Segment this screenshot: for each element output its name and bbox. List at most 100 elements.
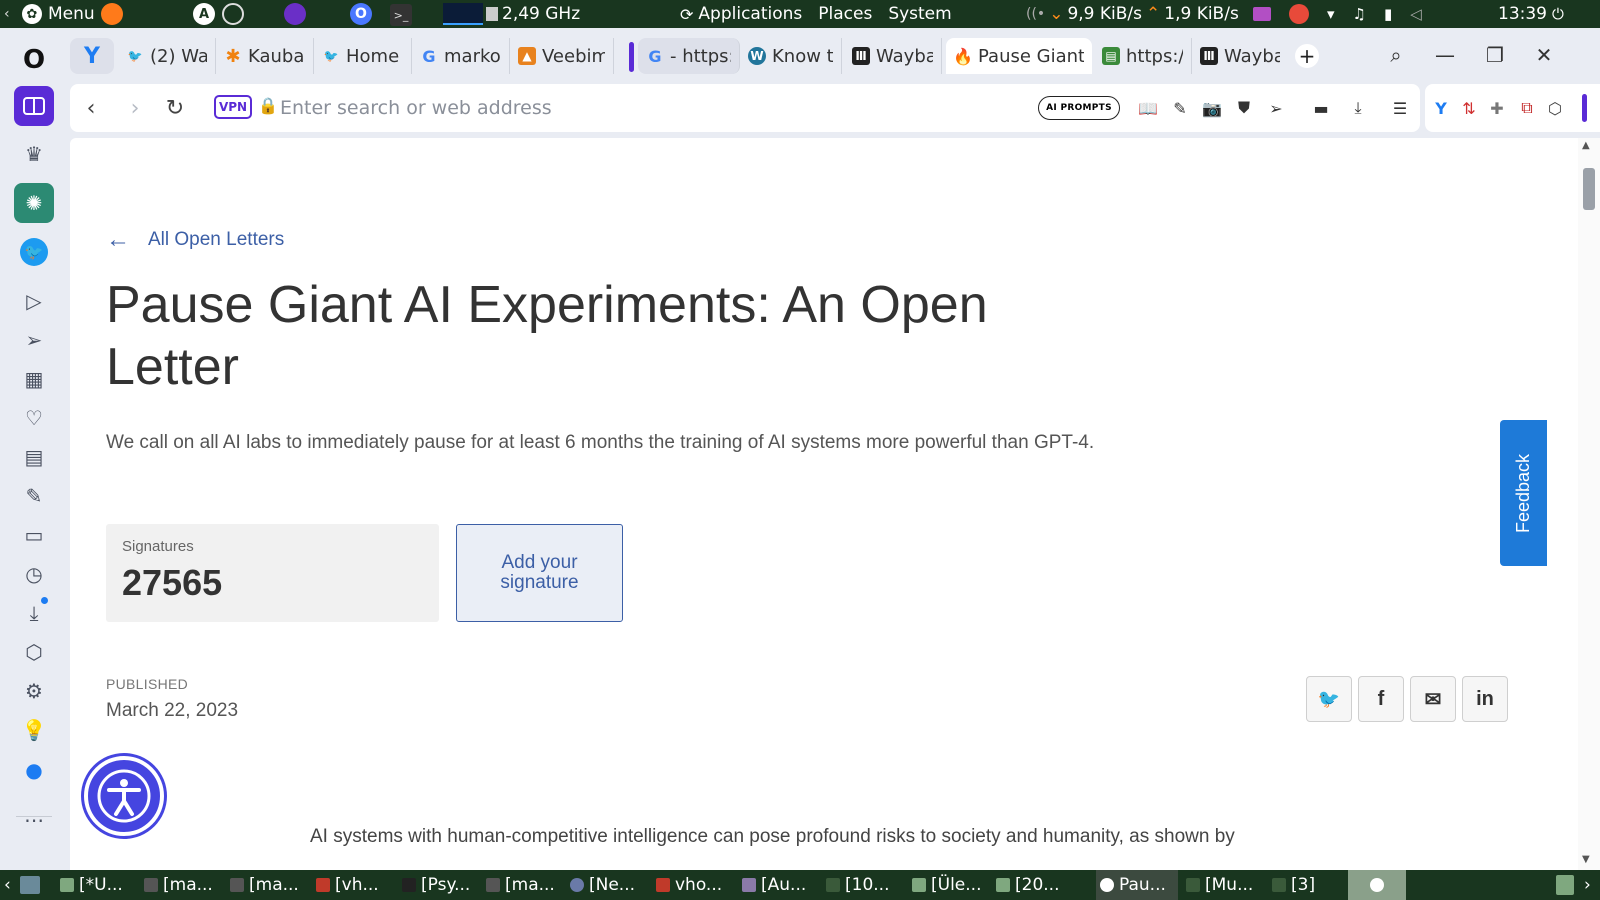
update-tray-icon[interactable] <box>1289 4 1309 24</box>
easy-setup-icon[interactable]: ☰ <box>1388 96 1412 120</box>
add-signature-button[interactable]: Add your signature <box>456 524 623 622</box>
system-menu[interactable]: System <box>888 4 951 24</box>
tab-search-icon[interactable]: ⌕ <box>1381 40 1411 70</box>
tabs-icon[interactable]: ▭ <box>14 515 54 555</box>
aria-crown-icon[interactable]: ♛ <box>14 134 54 174</box>
accessibility-button[interactable] <box>84 756 164 836</box>
main-menu-button[interactable]: ✿ Menu <box>22 0 95 28</box>
taskbar-item[interactable]: [ma... <box>144 870 224 900</box>
page-scrollbar[interactable]: ▲ ▼ <box>1578 138 1600 870</box>
power-icon[interactable]: ⏻ <box>1552 0 1564 28</box>
pinned-tab[interactable]: Y <box>70 38 114 74</box>
tab-https[interactable]: ▤ https:// <box>1094 38 1192 74</box>
terminal-launcher-icon[interactable]: >_ <box>390 4 412 26</box>
scroll-thumb[interactable] <box>1583 168 1595 210</box>
taskbar-item[interactable]: [3] <box>1272 870 1344 900</box>
audio-tray-icon[interactable] <box>1253 7 1271 21</box>
heart-icon[interactable]: ♡ <box>14 398 54 438</box>
chat-bubble-icon[interactable]: ● <box>14 750 54 790</box>
applications-menu[interactable]: ⟳ Applications <box>680 4 802 24</box>
edit-icon[interactable]: ✎ <box>1168 96 1192 120</box>
taskbar-right-arrow-icon[interactable]: › <box>1584 870 1591 900</box>
downloads-icon[interactable]: ⤓ <box>14 593 54 633</box>
taskbar-item[interactable]: [*U... <box>60 870 132 900</box>
taskbar-item[interactable]: [Mu... <box>1186 870 1266 900</box>
taskbar-item[interactable]: [Psy... <box>402 870 482 900</box>
more-options-icon[interactable]: ⋯ <box>14 800 54 840</box>
tab-twitter-home[interactable]: 🐦 Home / <box>314 38 412 74</box>
apps-grid-icon[interactable]: ▦ <box>14 359 54 399</box>
lock-icon[interactable]: 🔒 <box>258 96 278 115</box>
taskbar-item[interactable]: [vh... <box>316 870 396 900</box>
download-icon[interactable]: ⤓ <box>1346 96 1370 120</box>
tab-wayback-1[interactable]: Ⅲ Waybac <box>844 38 942 74</box>
panel-left-arrow-icon[interactable]: ‹ <box>4 0 10 28</box>
tab-group-indicator[interactable] <box>629 42 634 72</box>
send-icon[interactable]: ➢ <box>14 320 54 360</box>
scroll-up-icon[interactable]: ▲ <box>1582 140 1590 151</box>
workspace-switcher[interactable] <box>1348 870 1406 900</box>
reload-icon[interactable]: ↻ <box>160 93 190 123</box>
trash-icon[interactable] <box>1556 870 1574 900</box>
all-open-letters-link[interactable]: ← All Open Letters <box>106 226 284 254</box>
workspace-icon[interactable] <box>14 86 54 126</box>
taskbar-item[interactable]: [ma... <box>486 870 566 900</box>
tab-know-the[interactable]: W Know th <box>740 38 842 74</box>
taskbar-item[interactable]: vho... <box>656 870 736 900</box>
tab-pause-giant-active[interactable]: 🔥 Pause Giant A <box>946 38 1092 74</box>
lightbulb-icon[interactable]: 💡 <box>14 710 54 750</box>
taskbar-item-active[interactable]: Pau... <box>1096 870 1178 900</box>
tab-kauban[interactable]: ✱ Kauban <box>216 38 314 74</box>
close-icon[interactable]: ✕ <box>1529 40 1559 70</box>
history-clock-icon[interactable]: ◷ <box>14 554 54 594</box>
settings-gear-icon[interactable]: ⚙ <box>14 671 54 711</box>
opera-logo-icon[interactable]: O <box>14 40 54 80</box>
taskbar-item[interactable]: [Au... <box>742 870 822 900</box>
pen-icon[interactable]: ✎ <box>14 476 54 516</box>
scroll-down-icon[interactable]: ▼ <box>1582 854 1590 865</box>
tab-google-https[interactable]: G - https:/ <box>638 38 740 74</box>
volume-icon[interactable]: ◁ <box>1410 5 1422 23</box>
send-icon[interactable]: ➢ <box>1264 96 1288 120</box>
feedback-tab[interactable]: Feedback <box>1500 420 1547 566</box>
url-input[interactable] <box>280 92 980 124</box>
reader-mode-icon[interactable]: 📖 <box>1136 96 1160 120</box>
restore-icon[interactable]: ❐ <box>1480 40 1510 70</box>
taskbar-item[interactable]: [Ne... <box>570 870 650 900</box>
settings-launcher-icon[interactable] <box>222 3 244 25</box>
share-facebook-button[interactable]: f <box>1358 676 1404 722</box>
extension-puzzle-icon[interactable]: ✚ <box>1485 96 1509 120</box>
extension-copy-icon[interactable]: ⧉ <box>1515 96 1539 120</box>
back-icon[interactable]: ‹ <box>76 93 106 123</box>
taskbar-item[interactable]: [10... <box>826 870 906 900</box>
share-email-button[interactable]: ✉ <box>1410 676 1456 722</box>
extensions-cube-icon[interactable]: ⬡ <box>1543 96 1567 120</box>
tab-google-marko[interactable]: G marko r <box>412 38 510 74</box>
twitter-sidebar-item[interactable]: 🐦 <box>14 232 54 272</box>
chatgpt-icon[interactable]: ✺ <box>14 183 54 223</box>
share-linkedin-button[interactable]: in <box>1462 676 1508 722</box>
minimize-icon[interactable]: — <box>1430 40 1460 70</box>
clock[interactable]: 13:39 <box>1498 0 1547 28</box>
taskbar-item[interactable]: [20... <box>996 870 1076 900</box>
player-icon[interactable]: ▷ <box>14 281 54 321</box>
tab-wayback-2[interactable]: Ⅲ Waybac <box>1192 38 1288 74</box>
taskbar-item[interactable]: [Üle... <box>912 870 992 900</box>
firefox-launcher-icon[interactable] <box>101 3 123 25</box>
forward-icon[interactable]: › <box>120 93 150 123</box>
font-app-launcher-icon[interactable]: A <box>193 3 215 25</box>
taskbar-left-arrow-icon[interactable]: ‹ <box>4 870 11 900</box>
camera-icon[interactable]: 📷 <box>1200 96 1224 120</box>
vpn-badge[interactable]: VPN <box>214 95 252 119</box>
tab-veebim[interactable]: ▲ Veebim <box>510 38 614 74</box>
podcast-launcher-icon[interactable] <box>284 3 306 25</box>
wifi-tray-icon[interactable]: ▾ <box>1327 5 1335 23</box>
notification-bell-icon[interactable]: ♫ <box>1353 5 1366 23</box>
news-icon[interactable]: ▤ <box>14 437 54 477</box>
opera-launcher-icon[interactable]: O <box>350 3 372 25</box>
extensions-cube-icon[interactable]: ⬡ <box>14 632 54 672</box>
tab-twitter-waf[interactable]: 🐦 (2) Waf <box>118 38 216 74</box>
battery-icon[interactable]: ▮ <box>1384 5 1392 23</box>
taskbar-item[interactable]: [ma... <box>230 870 310 900</box>
ai-prompts-button[interactable]: AI PROMPTS <box>1038 96 1120 120</box>
